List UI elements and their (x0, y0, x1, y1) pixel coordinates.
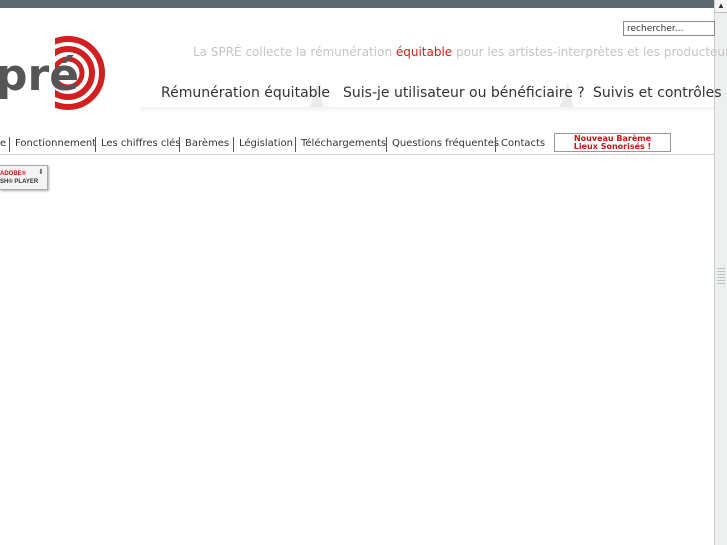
spre-logo[interactable]: pré (0, 30, 110, 120)
nav-remuneration-equitable[interactable]: Rémunération équitable (161, 80, 330, 110)
subnav-item-chiffres-cles[interactable]: Les chiffres clés (101, 135, 181, 153)
scroll-thumb-grip[interactable] (717, 268, 725, 284)
tagline: La SPRÉ collecte la rémunération équitab… (193, 45, 727, 59)
promo-nouveau-bareme[interactable]: Nouveau Barème Lieux Sonorisés ! (554, 133, 671, 152)
subnav-item-legislation[interactable]: Législation (239, 135, 293, 153)
subnav-item-fonctionnement[interactable]: Fonctionnement (15, 135, 96, 153)
get-flash-player-badge[interactable]: ADOBE® SH® PLAYER ⬇ (0, 165, 48, 190)
nav-suivis-controles[interactable]: Suivis et contrôles (593, 80, 722, 110)
main-nav: Rémunération équitable Suis-je utilisate… (140, 80, 722, 114)
search-input[interactable] (623, 21, 715, 36)
subnav-item-accueil[interactable]: e (0, 135, 6, 153)
logo-text: pré (0, 50, 79, 101)
download-arrow-icon: ⬇ (38, 169, 44, 176)
subnav-item-contacts[interactable]: Contacts (501, 135, 545, 153)
top-bar (0, 0, 727, 8)
subnav-item-questions-frequentes[interactable]: Questions fréquentes (392, 135, 499, 153)
subnav-item-telechargements[interactable]: Téléchargements (301, 135, 386, 153)
scroll-up-arrow-icon[interactable]: ▲ (715, 0, 727, 13)
header-divider (0, 154, 714, 155)
nav-utilisateur-beneficiaire[interactable]: Suis-je utilisateur ou bénéficiaire ? (343, 80, 585, 110)
subnav-item-baremes[interactable]: Barèmes (185, 135, 229, 153)
